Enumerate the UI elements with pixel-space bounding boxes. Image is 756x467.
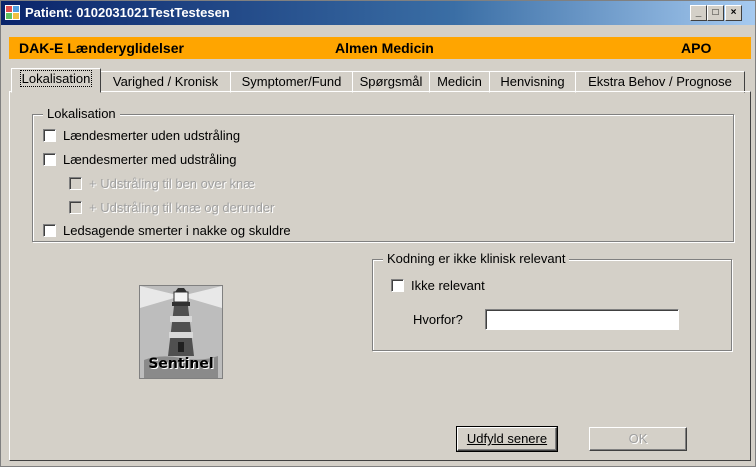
ok-button: OK bbox=[589, 427, 687, 451]
tab-page-lokalisation: Lokalisation Lændesmerter uden udstrålin… bbox=[9, 91, 751, 461]
checkbox-box[interactable] bbox=[43, 129, 56, 143]
checkbox-radiation-below-knee: + Udstråling til knæ og derunder bbox=[69, 199, 274, 215]
tab-lokalisation[interactable]: Lokalisation bbox=[11, 68, 101, 93]
checkbox-label: Ledsagende smerter i nakke og skuldre bbox=[63, 223, 291, 239]
checkbox-label: Lændesmerter uden udstråling bbox=[63, 128, 241, 144]
close-button[interactable]: × bbox=[725, 5, 742, 21]
minimize-button[interactable]: _ bbox=[690, 5, 707, 21]
hvorfor-input[interactable] bbox=[485, 309, 679, 330]
checkbox-box bbox=[69, 177, 82, 191]
lokalisation-group: Lokalisation Lændesmerter uden udstrålin… bbox=[32, 106, 734, 242]
tab-varighed[interactable]: Varighed / Kronisk bbox=[100, 71, 231, 93]
checkbox-neck-shoulder-pain[interactable]: Ledsagende smerter i nakke og skuldre bbox=[43, 222, 291, 238]
tab-symptomer[interactable]: Symptomer/Fund bbox=[230, 71, 353, 93]
app-icon bbox=[5, 5, 20, 20]
kodning-group: Kodning er ikke klinisk relevant Ikke re… bbox=[372, 251, 732, 351]
maximize-button[interactable]: □ bbox=[707, 5, 724, 21]
checkbox-box[interactable] bbox=[43, 153, 56, 167]
program-name: DAK-E Lænderyglidelser bbox=[19, 40, 184, 56]
tab-strip: Lokalisation Varighed / Kronisk Symptome… bbox=[9, 68, 751, 93]
tab-henvisning[interactable]: Henvisning bbox=[489, 71, 576, 93]
checkbox-label: Ikke relevant bbox=[411, 278, 485, 294]
program-header: DAK-E Lænderyglidelser Almen Medicin APO bbox=[9, 37, 751, 59]
window-title: Patient: 0102031021TestTestesen bbox=[25, 5, 230, 20]
checkbox-ikke-relevant[interactable]: Ikke relevant bbox=[391, 277, 485, 293]
tab-medicin[interactable]: Medicin bbox=[429, 71, 490, 93]
button-label: Udfyld senere bbox=[466, 431, 548, 446]
checkbox-label: Lændesmerter med udstråling bbox=[63, 152, 237, 168]
specialty-name: Almen Medicin bbox=[335, 40, 434, 56]
checkbox-label: + Udstråling til knæ og derunder bbox=[89, 200, 275, 216]
user-code: APO bbox=[681, 40, 712, 56]
lokalisation-legend: Lokalisation bbox=[43, 106, 120, 121]
checkbox-lumbar-with-radiation[interactable]: Lændesmerter med udstråling bbox=[43, 151, 236, 167]
udfyld-senere-button[interactable]: Udfyld senere bbox=[456, 426, 558, 452]
checkbox-radiation-above-knee: + Udstråling til ben over knæ bbox=[69, 175, 255, 191]
title-bar[interactable]: Patient: 0102031021TestTestesen _ □ × bbox=[1, 1, 755, 25]
sentinel-logo: Sentinel bbox=[139, 285, 223, 379]
patient-window: Patient: 0102031021TestTestesen _ □ × DA… bbox=[0, 0, 756, 467]
hvorfor-label: Hvorfor? bbox=[413, 312, 463, 327]
tab-spoergsmaal[interactable]: Spørgsmål bbox=[352, 71, 430, 93]
checkbox-lumbar-no-radiation[interactable]: Lændesmerter uden udstråling bbox=[43, 127, 240, 143]
checkbox-box[interactable] bbox=[391, 279, 404, 293]
logo-text: Sentinel bbox=[148, 356, 214, 372]
checkbox-box bbox=[69, 201, 82, 215]
checkbox-label: + Udstråling til ben over knæ bbox=[89, 176, 255, 192]
checkbox-box[interactable] bbox=[43, 224, 56, 238]
kodning-legend: Kodning er ikke klinisk relevant bbox=[383, 251, 570, 266]
tab-ekstra-behov[interactable]: Ekstra Behov / Prognose bbox=[575, 71, 745, 93]
